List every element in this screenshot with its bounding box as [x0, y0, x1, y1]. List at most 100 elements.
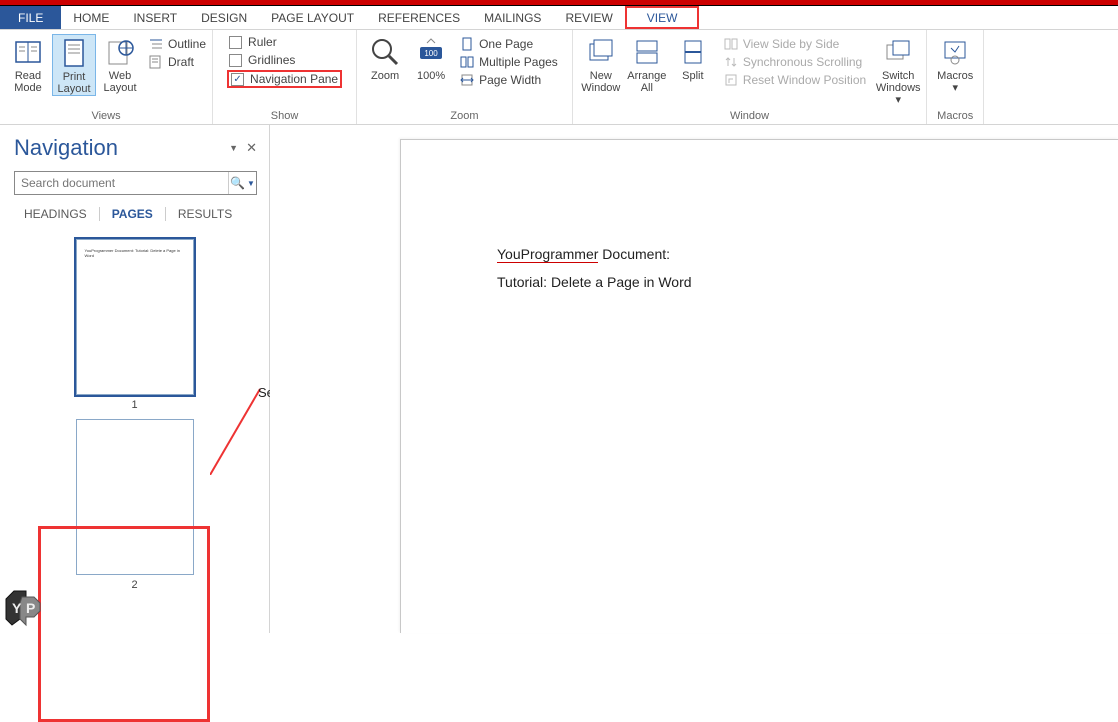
- nav-tab-pages[interactable]: PAGES: [104, 205, 161, 223]
- macros-button[interactable]: Macros▾: [933, 34, 977, 94]
- group-zoom-label: Zoom: [357, 109, 572, 124]
- switch-windows-icon: [882, 36, 914, 68]
- split-icon: [677, 36, 709, 68]
- multiple-pages-button[interactable]: Multiple Pages: [459, 54, 558, 70]
- search-button[interactable]: 🔍▼: [228, 172, 256, 194]
- ruler-label: Ruler: [248, 35, 277, 49]
- web-layout-icon: [104, 36, 136, 68]
- navigation-pane-label: Navigation Pane: [250, 72, 338, 86]
- side-by-side-icon: [723, 36, 739, 52]
- svg-text:Y: Y: [12, 600, 22, 616]
- content-area: Navigation ▼ ✕ 🔍▼ HEADINGS PAGES RESULTS…: [0, 125, 1118, 633]
- new-window-label: NewWindow: [581, 70, 620, 94]
- group-views-label: Views: [0, 109, 212, 124]
- tab-home[interactable]: HOME: [61, 6, 121, 29]
- nav-tab-results[interactable]: RESULTS: [170, 205, 240, 223]
- arrange-all-button[interactable]: ArrangeAll: [625, 34, 669, 94]
- zoom-100-label: 100%: [417, 70, 445, 82]
- ribbon-tabs: FILE HOME INSERT DESIGN PAGE LAYOUT REFE…: [0, 6, 1118, 30]
- annotation-arrow: [210, 385, 264, 475]
- read-mode-button[interactable]: ReadMode: [6, 34, 50, 94]
- one-page-button[interactable]: One Page: [459, 36, 558, 52]
- one-page-icon: [459, 36, 475, 52]
- zoom-100-button[interactable]: 100 100%: [409, 34, 453, 82]
- macros-icon: [939, 36, 971, 68]
- search-box[interactable]: 🔍▼: [14, 171, 257, 195]
- checkbox-checked-icon: ✓: [231, 73, 244, 86]
- tab-page-layout[interactable]: PAGE LAYOUT: [259, 6, 366, 29]
- outline-icon: [148, 36, 164, 52]
- doc-link-text: YouProgrammer: [497, 246, 598, 263]
- group-window: NewWindow ArrangeAll Split View Side by …: [573, 30, 927, 124]
- draft-icon: [148, 54, 164, 70]
- dropdown-icon: ▾: [952, 82, 958, 94]
- navigation-title: Navigation: [14, 135, 229, 161]
- multiple-pages-icon: [459, 54, 475, 70]
- new-window-icon: [585, 36, 617, 68]
- tab-design[interactable]: DESIGN: [189, 6, 259, 29]
- draft-label: Draft: [168, 55, 194, 69]
- page-width-icon: [459, 72, 475, 88]
- tab-references[interactable]: REFERENCES: [366, 6, 472, 29]
- navigation-options-dropdown[interactable]: ▼: [229, 143, 238, 153]
- zoom-label: Zoom: [371, 70, 399, 82]
- ruler-checkbox[interactable]: Ruler: [227, 34, 342, 50]
- nav-tab-headings[interactable]: HEADINGS: [16, 205, 95, 223]
- web-layout-button[interactable]: WebLayout: [98, 34, 142, 94]
- synchronous-scrolling-button: Synchronous Scrolling: [723, 54, 866, 70]
- one-page-label: One Page: [479, 37, 533, 51]
- read-mode-icon: [12, 36, 44, 68]
- page-thumbnail-1[interactable]: YouProgrammer Document: Tutorial: Delete…: [76, 239, 194, 395]
- reset-position-label: Reset Window Position: [743, 73, 866, 87]
- multiple-pages-label: Multiple Pages: [479, 55, 558, 69]
- switch-windows-button[interactable]: SwitchWindows ▾: [876, 34, 920, 106]
- checkbox-icon: [229, 54, 242, 67]
- thumbnail-preview-text: YouProgrammer Document: Tutorial: Delete…: [85, 248, 185, 258]
- page-width-button[interactable]: Page Width: [459, 72, 558, 88]
- doc-text: Document:: [598, 246, 670, 262]
- tab-file[interactable]: FILE: [0, 6, 61, 29]
- page-number-1: 1: [131, 399, 137, 411]
- group-views: ReadMode PrintLayout WebLayout: [0, 30, 213, 124]
- dropdown-icon: ▼: [247, 179, 255, 188]
- split-label: Split: [682, 70, 703, 82]
- draft-button[interactable]: Draft: [148, 54, 206, 70]
- print-layout-button[interactable]: PrintLayout: [52, 34, 96, 96]
- svg-text:P: P: [26, 600, 35, 616]
- read-mode-label: ReadMode: [14, 70, 42, 94]
- tab-insert[interactable]: INSERT: [121, 6, 189, 29]
- ribbon: ReadMode PrintLayout WebLayout: [0, 30, 1118, 125]
- page-width-label: Page Width: [479, 73, 541, 87]
- side-by-side-label: View Side by Side: [743, 37, 840, 51]
- document-body[interactable]: YouProgrammer Document: Tutorial: Delete…: [497, 240, 692, 296]
- split-button[interactable]: Split: [671, 34, 715, 82]
- group-macros: Macros▾ Macros: [927, 30, 984, 124]
- group-window-label: Window: [573, 109, 926, 124]
- macros-label: Macros▾: [937, 70, 973, 94]
- sync-scroll-label: Synchronous Scrolling: [743, 55, 862, 69]
- document-page[interactable]: YouProgrammer Document: Tutorial: Delete…: [400, 139, 1118, 633]
- gridlines-checkbox[interactable]: Gridlines: [227, 52, 342, 68]
- search-input[interactable]: [15, 176, 228, 190]
- reset-window-position-button: Reset Window Position: [723, 72, 866, 88]
- group-zoom: Zoom 100 100% One Page Multiple Pages: [357, 30, 573, 124]
- navigation-tabs: HEADINGS PAGES RESULTS: [0, 203, 269, 229]
- zoom-button[interactable]: Zoom: [363, 34, 407, 82]
- new-window-button[interactable]: NewWindow: [579, 34, 623, 94]
- tab-view[interactable]: VIEW: [625, 6, 700, 29]
- annotation-highlight-box: [38, 526, 210, 722]
- dropdown-icon: ▾: [895, 94, 901, 106]
- group-macros-label: Macros: [927, 109, 983, 124]
- switch-windows-label: SwitchWindows ▾: [876, 70, 921, 106]
- navigation-close-button[interactable]: ✕: [246, 140, 257, 156]
- outline-label: Outline: [168, 37, 206, 51]
- view-side-by-side-button: View Side by Side: [723, 36, 866, 52]
- tab-mailings[interactable]: MAILINGS: [472, 6, 553, 29]
- outline-button[interactable]: Outline: [148, 36, 206, 52]
- arrange-all-label: ArrangeAll: [627, 70, 666, 94]
- navigation-pane-checkbox[interactable]: ✓ Navigation Pane: [227, 70, 342, 88]
- zoom-100-icon: 100: [415, 36, 447, 68]
- document-canvas: YouProgrammer Document: Tutorial: Delete…: [270, 125, 1118, 633]
- web-layout-label: WebLayout: [103, 70, 136, 94]
- tab-review[interactable]: REVIEW: [553, 6, 624, 29]
